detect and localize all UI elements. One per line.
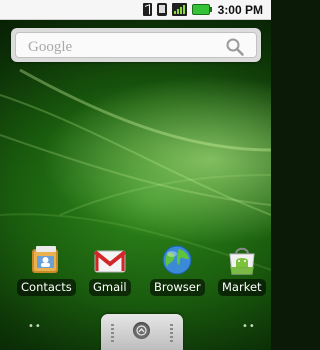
bluetooth-icon bbox=[142, 3, 152, 16]
grip-left bbox=[111, 324, 114, 342]
battery-icon bbox=[191, 4, 212, 15]
search-input[interactable]: Google bbox=[15, 32, 257, 58]
gmail-icon bbox=[93, 250, 127, 273]
search-placeholder: Google bbox=[28, 39, 73, 55]
clock: 3:00 PM bbox=[217, 2, 263, 17]
status-bar[interactable]: 3:00 PM bbox=[0, 0, 271, 20]
app-market[interactable]: Market bbox=[218, 243, 266, 296]
google-search-widget[interactable]: Google bbox=[11, 28, 261, 62]
signal-icon bbox=[171, 3, 187, 16]
app-gmail[interactable]: Gmail bbox=[89, 243, 131, 296]
app-drawer-icon bbox=[133, 322, 150, 339]
app-label: Contacts bbox=[17, 279, 76, 296]
browser-icon bbox=[162, 245, 192, 275]
contacts-icon bbox=[32, 246, 59, 273]
app-label: Gmail bbox=[89, 279, 131, 296]
vibrate-icon bbox=[156, 3, 167, 16]
page-indicator-right[interactable]: •• bbox=[242, 321, 256, 332]
market-icon bbox=[229, 247, 255, 275]
app-contacts[interactable]: Contacts bbox=[17, 243, 76, 296]
grip-right bbox=[170, 324, 173, 342]
page-indicator-left[interactable]: •• bbox=[28, 321, 42, 332]
search-icon[interactable] bbox=[226, 38, 244, 56]
app-drawer-handle[interactable] bbox=[101, 314, 183, 350]
app-label: Market bbox=[218, 279, 266, 296]
app-label: Browser bbox=[150, 279, 205, 296]
home-screen: 3:00 PM Google Contacts Gmail Browser Ma… bbox=[0, 0, 271, 350]
app-browser[interactable]: Browser bbox=[150, 243, 205, 296]
